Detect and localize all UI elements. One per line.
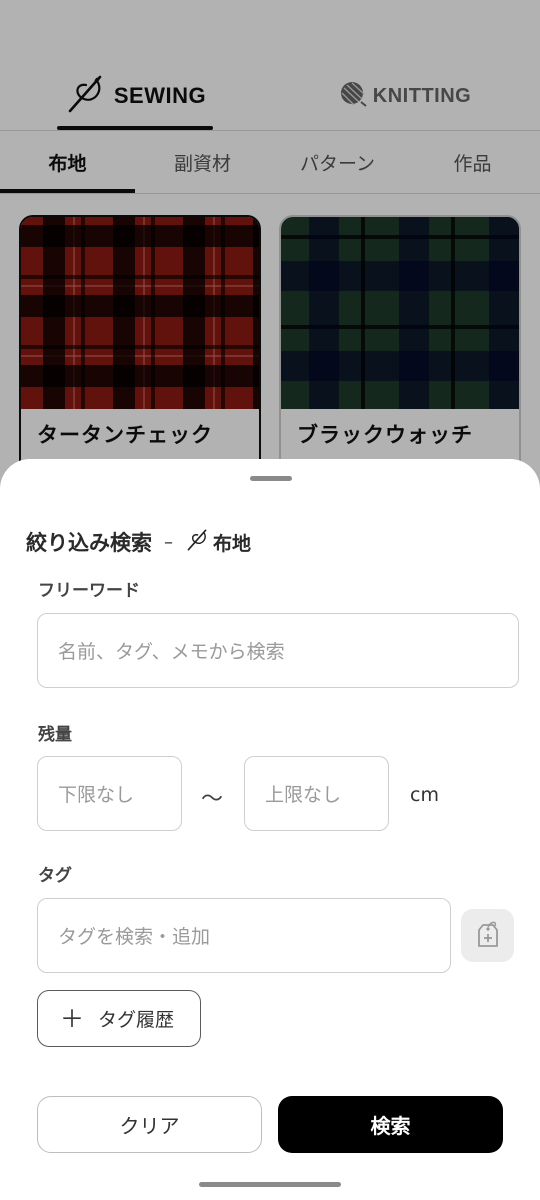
plus-icon: ＋ bbox=[60, 1004, 84, 1033]
tag-plus-icon bbox=[475, 919, 501, 953]
tag-history-button[interactable]: ＋ タグ履歴 bbox=[37, 990, 201, 1047]
home-indicator bbox=[199, 1182, 341, 1187]
sheet-title-category: 布地 bbox=[213, 532, 252, 555]
sheet-title-text: 絞り込み検索 bbox=[26, 531, 152, 555]
filter-bottom-sheet: 絞り込み検索 – 布地 フリーワード 名前、タグ、メモから検索 残量 下限なし … bbox=[0, 459, 540, 1200]
clear-button[interactable]: クリア bbox=[37, 1096, 262, 1153]
remaining-label: 残量 bbox=[38, 725, 72, 745]
remaining-max-input[interactable]: 上限なし bbox=[244, 756, 389, 831]
tag-history-label: タグ履歴 bbox=[98, 1009, 175, 1031]
tag-search-input[interactable]: タグを検索・追加 bbox=[37, 898, 451, 973]
tag-label: タグ bbox=[38, 866, 72, 886]
freeword-input[interactable]: 名前、タグ、メモから検索 bbox=[37, 613, 519, 688]
unit-label: cm bbox=[410, 784, 439, 806]
needle-thread-icon bbox=[185, 528, 209, 556]
freeword-label: フリーワード bbox=[38, 581, 140, 601]
search-button[interactable]: 検索 bbox=[278, 1096, 503, 1153]
sheet-title: 絞り込み検索 – 布地 bbox=[26, 527, 251, 557]
title-separator: – bbox=[164, 531, 173, 553]
range-separator: 〜 bbox=[201, 787, 224, 812]
remaining-min-input[interactable]: 下限なし bbox=[37, 756, 182, 831]
drag-handle[interactable] bbox=[250, 476, 292, 481]
add-tag-button[interactable] bbox=[461, 909, 514, 962]
